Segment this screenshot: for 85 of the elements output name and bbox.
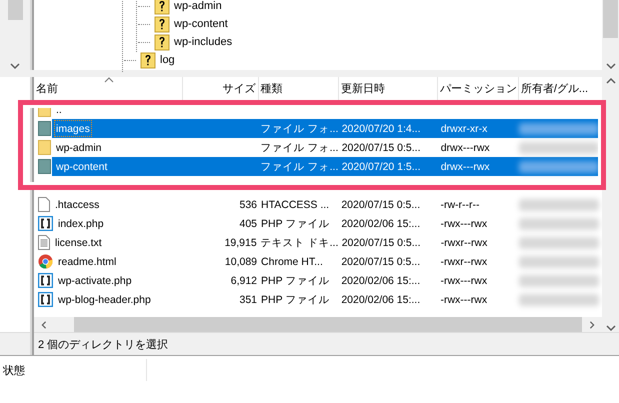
tree-item-label[interactable]: log [160,54,175,66]
unknown-folder-icon [154,0,170,14]
modified-date: 2020/07/15 0:5... [341,256,420,268]
document-icon [38,197,50,212]
file-row[interactable]: license.txt 19,915 テキスト ドキ... 2020/07/15 0:5... -rwxr--rwx [34,233,602,252]
file-name[interactable]: wp-blog-header.php [56,291,153,308]
file-name[interactable]: wp-content [54,158,110,175]
code-file-icon [38,292,53,307]
file-type: ファイル フォ... [260,160,338,174]
column-header[interactable]: 状態 [0,359,147,381]
file-type: ファイル フォ... [260,122,338,136]
file-name[interactable]: images [54,120,92,137]
column-header[interactable]: 更新日時 [338,77,438,100]
permissions: drwxr-xr-x [440,122,488,134]
modified-date: 2020/07/15 0:5... [342,142,421,154]
scrollbar[interactable] [602,0,619,70]
file-row[interactable]: wp-admin ファイル フォ... 2020/07/15 0:5... drwx---rwx [34,138,602,157]
file-type: PHP ファイル [261,216,330,230]
file-size: 536 [240,198,258,210]
permissions: -rwxr--rwx [440,256,488,268]
column-header[interactable]: 種類 [258,77,339,100]
folder-icon [38,140,51,155]
file-type: PHP ファイル [261,274,330,288]
folder-icon [38,159,51,174]
file-name[interactable]: wp-admin [54,139,104,156]
column-header[interactable]: パーミッション [438,77,519,100]
file-type: ファイル フォ... [260,140,338,154]
file-type: Chrome HT... [261,256,323,268]
tree-item-label[interactable]: wp-includes [174,36,232,48]
horizontal-scrollbar[interactable] [34,317,602,332]
modified-date: 2020/02/06 15:... [341,274,420,286]
file-row[interactable]: readme.html 10,089 Chrome HT... 2020/07/15 0:5... -rwxr--rwx [34,252,602,271]
scroll-up-icon[interactable] [606,77,616,85]
code-file-icon [38,216,53,231]
file-type: HTACCESS ... [261,198,330,210]
file-type: PHP ファイル [261,292,330,306]
file-name[interactable]: wp-activate.php [56,272,134,289]
file-name[interactable]: license.txt [53,234,104,251]
column-header[interactable]: サイズ [183,77,259,100]
column-header[interactable]: 名前 [34,77,184,100]
file-row[interactable]: wp-activate.php 6,912 PHP ファイル 2020/02/06 15:... -rwx---rwx [34,271,602,290]
file-row[interactable]: .htaccess 536 HTACCESS ... 2020/07/15 0:5... -rw-r--r-- [34,195,602,214]
file-type: テキスト ドキ... [260,236,338,250]
scrollbar[interactable] [602,77,619,332]
modified-date: 2020/07/20 1:5... [342,160,421,172]
file-name[interactable]: readme.html [56,253,118,270]
file-name[interactable]: .. [54,101,64,118]
unknown-folder-icon [140,52,156,68]
file-size: 351 [240,294,258,306]
tree-item-label[interactable]: wp-content [174,18,228,30]
permissions: -rwx---rwx [440,218,488,230]
modified-date: 2020/02/06 15:... [341,218,420,230]
sort-caret-icon [104,77,114,83]
file-size: 10,089 [224,256,258,268]
permissions: drwx---rwx [440,160,490,172]
code-file-icon [38,273,53,288]
file-name[interactable]: .htaccess [53,196,102,213]
modified-date: 2020/02/06 15:... [341,294,420,306]
scroll-down-icon[interactable] [10,62,20,70]
unknown-folder-icon [154,16,170,32]
modified-date: 2020/07/20 1:4... [342,122,421,134]
file-size: 405 [240,218,258,230]
folder-icon [38,121,51,136]
file-row[interactable]: index.php 405 PHP ファイル 2020/02/06 15:... -rwx---rwx [34,214,602,233]
tree-item-label[interactable]: wp-admin [174,0,222,12]
status-text: 2 個のディレクトリを選択 [38,338,168,352]
unknown-folder-icon [154,34,170,50]
column-header[interactable]: 所有者/グル... [518,77,602,100]
permissions: -rwx---rwx [440,294,488,306]
file-row[interactable]: wp-blog-header.php 351 PHP ファイル 2020/02/06 15:... -rwx---rwx [34,290,602,309]
text-document-icon [38,235,50,250]
file-name[interactable]: index.php [56,215,106,232]
permissions: drwx---rwx [440,142,490,154]
scroll-down-icon[interactable] [606,62,616,70]
modified-date: 2020/07/15 0:5... [341,198,420,210]
scroll-left-icon[interactable] [39,320,49,328]
file-size: 6,912 [230,274,258,286]
permissions: -rw-r--r-- [440,198,480,210]
permissions: -rwxr--rwx [440,236,488,248]
file-size: 19,915 [224,236,257,248]
browser-icon [38,254,53,269]
scroll-right-icon[interactable] [587,320,597,328]
modified-date: 2020/07/15 0:5... [342,236,421,248]
scroll-down-icon[interactable] [606,324,616,332]
permissions: -rwx---rwx [440,274,488,286]
